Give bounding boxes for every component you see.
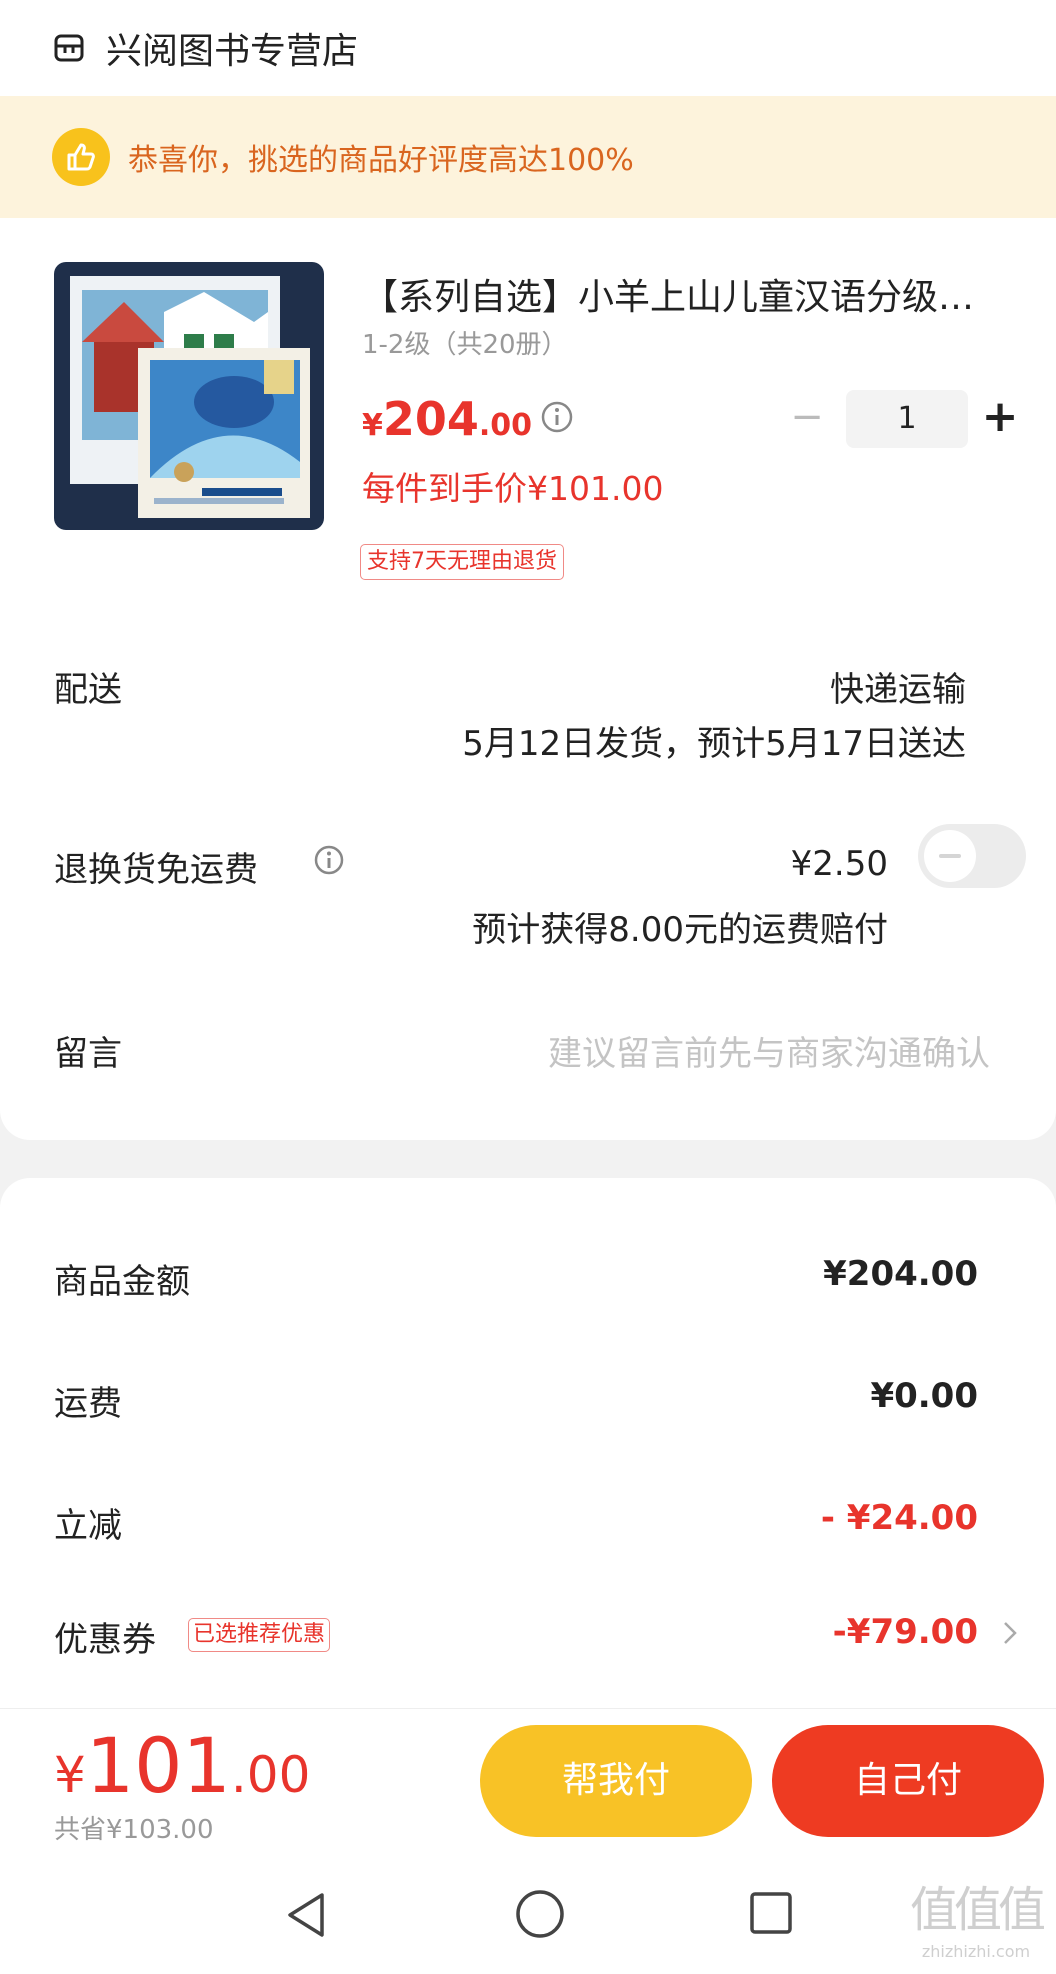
discount-value: - ¥24.00 xyxy=(820,1498,978,1538)
return-compensation: 预计获得8.00元的运费赔付 xyxy=(472,910,888,950)
back-icon[interactable] xyxy=(282,1890,330,1940)
praise-banner: 恭喜你，挑选的商品好评度高达100% xyxy=(0,96,1056,218)
product-spec[interactable]: 1-2级（共20册） xyxy=(362,324,568,361)
total-decimal: .00 xyxy=(230,1746,311,1804)
coupon-value[interactable]: -¥79.00 xyxy=(833,1612,978,1652)
self-pay-button[interactable]: 自己付 xyxy=(772,1725,1044,1837)
delivery-method[interactable]: 快递运输 xyxy=(830,662,966,711)
total-price: ¥ 101 .00 xyxy=(54,1721,310,1810)
goods-amount-label: 商品金额 xyxy=(54,1262,190,1302)
goods-amount-row: 商品金额 ¥204.00 xyxy=(0,1254,1056,1314)
goods-amount-value: ¥204.00 xyxy=(823,1254,978,1294)
order-card: 恭喜你，挑选的商品好评度高达100% 【系列自选】小羊上山儿童汉语分级… 1-2… xyxy=(0,96,1056,1140)
coupon-label: 优惠券 xyxy=(54,1620,156,1660)
return-shipping-fee: ¥2.50 xyxy=(790,844,888,884)
return-policy-tag: 支持7天无理由退货 xyxy=(360,544,564,580)
price-symbol: ¥ xyxy=(362,408,383,443)
discount-row: 立减 - ¥24.00 xyxy=(0,1498,1056,1558)
coupon-recommended-tag: 已选推荐优惠 xyxy=(188,1618,331,1652)
store-header[interactable]: 兴阅图书专营店 xyxy=(0,0,1056,96)
watermark-url: zhizhizhi.com xyxy=(921,1942,1031,1961)
checkout-page: 兴阅图书专营店 恭喜你，挑选的商品好评度高达100% 【系列自选】小羊上山儿童汉… xyxy=(0,0,1056,1974)
help-pay-button[interactable]: 帮我付 xyxy=(480,1725,752,1837)
recent-apps-icon[interactable] xyxy=(748,1890,794,1936)
saved-amount: 共省¥103.00 xyxy=(54,1815,214,1845)
shipping-value: ¥0.00 xyxy=(870,1376,978,1416)
delivery-date: 5月12日发货，预计5月17日送达 xyxy=(462,724,966,764)
coupon-row[interactable]: 优惠券 已选推荐优惠 -¥79.00 xyxy=(0,1612,1056,1672)
store-name[interactable]: 兴阅图书专营店 xyxy=(106,22,358,74)
thumbs-up-icon xyxy=(52,128,110,186)
price-integer: 204 xyxy=(382,392,479,446)
product-title[interactable]: 【系列自选】小羊上山儿童汉语分级… xyxy=(362,268,1012,320)
watermark: 值值值 zhizhizhi.com xyxy=(906,1870,1046,1970)
price-summary-card: 商品金额 ¥204.00 运费 ¥0.00 立减 - ¥24.00 优惠券 已选… xyxy=(0,1178,1056,1708)
chevron-right-icon[interactable] xyxy=(1000,1618,1020,1648)
product-price: ¥ 204 .00 xyxy=(362,392,532,446)
deal-price: 每件到手价¥101.00 xyxy=(362,469,664,508)
shipping-row: 运费 ¥0.00 xyxy=(0,1376,1056,1436)
product-image[interactable] xyxy=(54,262,324,530)
praise-text: 恭喜你，挑选的商品好评度高达100% xyxy=(128,143,634,178)
store-icon xyxy=(54,34,84,62)
info-icon[interactable] xyxy=(313,844,345,876)
checkout-bar: ¥ 101 .00 共省¥103.00 帮我付 自己付 xyxy=(0,1708,1056,1856)
message-input[interactable]: 建议留言前先与商家沟通确认 xyxy=(548,1026,990,1075)
decrease-button[interactable]: − xyxy=(782,390,832,448)
toggle-knob xyxy=(924,830,976,882)
product-item: 【系列自选】小羊上山儿童汉语分级… 1-2级（共20册） ¥ 204 .00 −… xyxy=(0,262,1056,592)
watermark-logo: 值值值 xyxy=(909,1882,1046,1938)
delivery-label: 配送 xyxy=(54,670,122,710)
discount-label: 立减 xyxy=(54,1506,122,1546)
info-icon[interactable] xyxy=(540,400,574,434)
price-decimal: .00 xyxy=(478,408,533,443)
total-symbol: ¥ xyxy=(54,1746,86,1804)
return-shipping-label: 退换货免运费 xyxy=(54,850,258,890)
system-nav-bar: 值值值 zhizhizhi.com xyxy=(0,1856,1056,1974)
return-shipping-toggle[interactable] xyxy=(918,824,1026,888)
increase-button[interactable]: + xyxy=(978,390,1022,448)
total-integer: 101 xyxy=(85,1721,231,1810)
quantity-input[interactable]: 1 xyxy=(846,390,968,448)
message-label: 留言 xyxy=(54,1034,122,1074)
home-icon[interactable] xyxy=(514,1888,566,1940)
quantity-stepper: − 1 + xyxy=(782,390,1022,448)
shipping-label: 运费 xyxy=(54,1384,122,1424)
